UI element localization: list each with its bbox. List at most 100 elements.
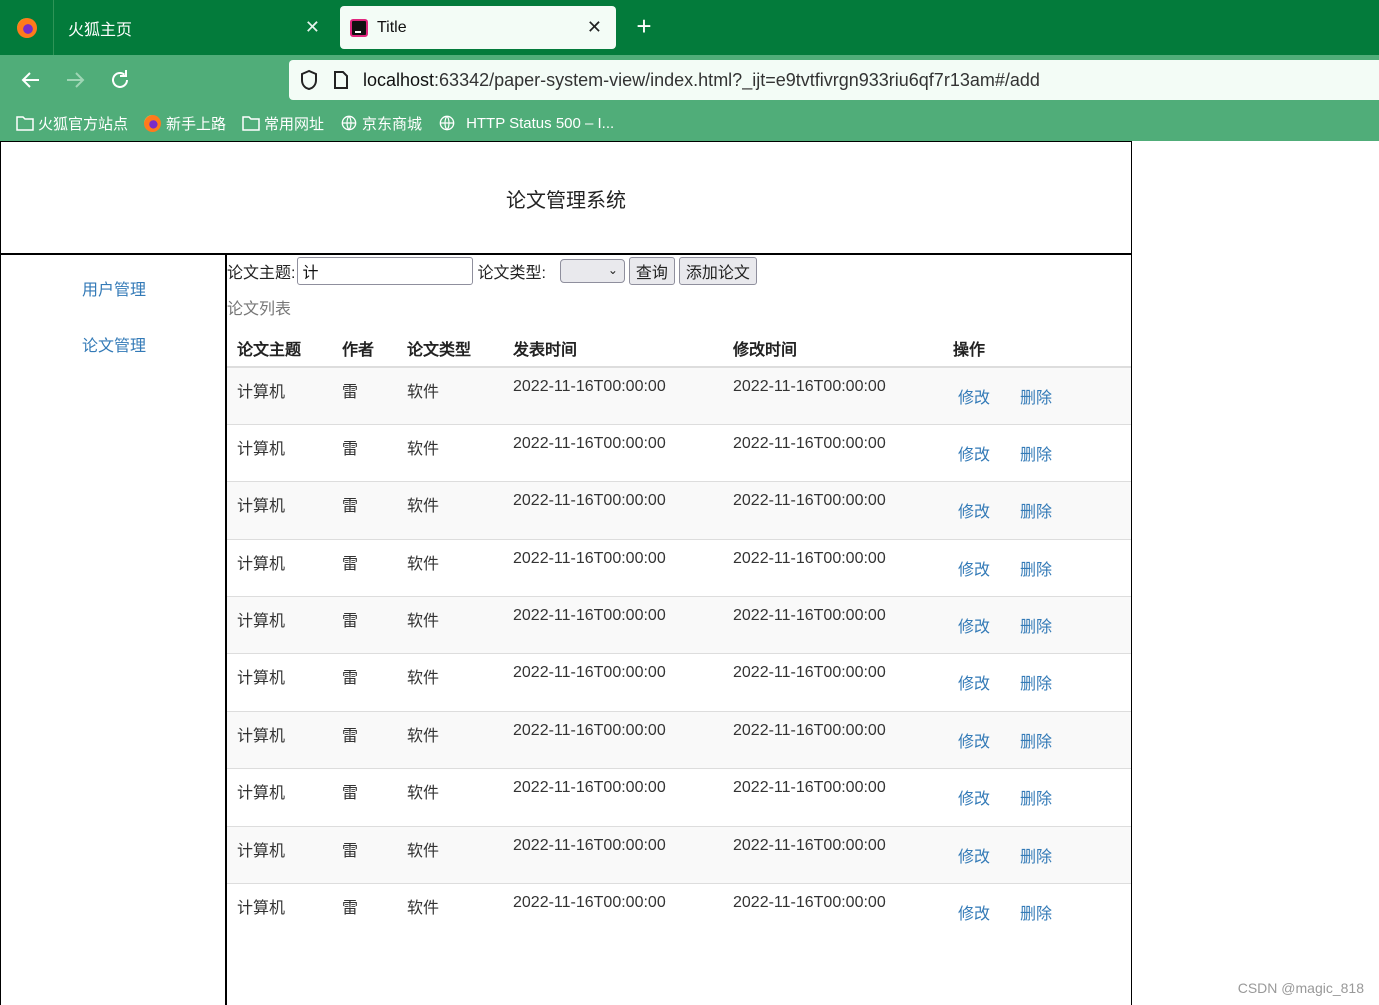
- tab-label: Title: [377, 18, 407, 36]
- search-form: 论文主题: 论文类型: ⌄ 查询 添加论文: [227, 257, 761, 285]
- table-row: 计算机雷软件 2022-11-16T00:00:00 2022-11-16T00:0…: [227, 653, 1131, 712]
- delete-link[interactable]: 删除: [1020, 849, 1052, 866]
- forward-button[interactable]: [62, 67, 88, 93]
- globe-icon: [439, 115, 455, 131]
- bookmark-common-sites[interactable]: 常用网址: [242, 113, 324, 134]
- table-row: 计算机雷软件 2022-11-16T00:00:00 2022-11-16T00:0…: [227, 710, 1131, 769]
- bookmark-http-500[interactable]: HTTP Status 500 – I...: [438, 115, 614, 132]
- url-text[interactable]: localhost:63342/paper-system-view/index.…: [363, 70, 1040, 91]
- edit-link[interactable]: 修改: [958, 447, 990, 464]
- cell-type: 软件: [397, 653, 503, 712]
- page-header: 论文管理系统: [0, 141, 1132, 255]
- table-row: 计算机雷软件 2022-11-16T00:00:00 2022-11-16T00:0…: [227, 825, 1131, 884]
- cell-author: 雷: [332, 596, 397, 654]
- cell-type: 软件: [397, 768, 503, 827]
- topic-label: 论文主题:: [227, 265, 296, 282]
- cell-modified: 2022-11-16T00:00:00: [723, 538, 943, 597]
- type-select[interactable]: ⌄: [559, 259, 625, 283]
- type-label: 论文类型:: [477, 265, 546, 282]
- table-row: 计算机雷软件 2022-11-16T00:00:00 2022-11-16T00:0…: [227, 367, 1131, 425]
- chevron-down-icon: ⌄: [607, 263, 618, 277]
- cell-author: 雷: [332, 481, 397, 540]
- tab-firefox-home[interactable]: 火狐主页 ✕: [54, 6, 334, 49]
- intellij-icon: [350, 18, 368, 37]
- cell-topic: 计算机: [227, 538, 332, 597]
- cell-published: 2022-11-16T00:00:00: [503, 653, 723, 712]
- delete-link[interactable]: 删除: [1020, 504, 1052, 521]
- delete-link[interactable]: 删除: [1020, 447, 1052, 464]
- cell-modified: 2022-11-16T00:00:00: [723, 768, 943, 827]
- edit-link[interactable]: 修改: [958, 791, 990, 808]
- arrow-left-icon: [21, 72, 39, 88]
- back-button[interactable]: [18, 67, 44, 93]
- cell-actions: 修改 删除: [943, 653, 1131, 712]
- firefox-icon: [16, 17, 37, 38]
- delete-link[interactable]: 删除: [1020, 562, 1052, 579]
- cell-modified: 2022-11-16T00:00:00: [723, 825, 943, 884]
- cell-modified: 2022-11-16T00:00:00: [723, 423, 943, 482]
- topic-input[interactable]: [297, 257, 474, 285]
- firefox-icon: [144, 114, 162, 132]
- cell-author: 雷: [332, 768, 397, 827]
- cell-actions: 修改 删除: [943, 768, 1131, 827]
- cell-topic: 计算机: [227, 367, 332, 425]
- delete-link[interactable]: 删除: [1020, 619, 1052, 636]
- firefox-menu-button[interactable]: [0, 0, 54, 55]
- bookmark-firefox-site[interactable]: 火狐官方站点: [16, 113, 128, 134]
- sidebar-item-paper-management[interactable]: 论文管理: [82, 332, 146, 356]
- reload-button[interactable]: [107, 67, 133, 93]
- bookmark-jd[interactable]: 京东商城: [340, 113, 422, 134]
- page-content: 论文管理系统 用户管理 论文管理 论文主题: 论文类型: ⌄ 查询 添加论文 论…: [0, 141, 1379, 1005]
- arrow-right-icon: [67, 72, 85, 88]
- browser-nav-bar: localhost:63342/paper-system-view/index.…: [0, 55, 1379, 105]
- delete-link[interactable]: 删除: [1020, 906, 1052, 923]
- cell-type: 软件: [397, 481, 503, 540]
- site-title: 论文管理系统: [506, 189, 626, 212]
- edit-link[interactable]: 修改: [958, 562, 990, 579]
- cell-type: 软件: [397, 596, 503, 654]
- table-row: 计算机雷软件 2022-11-16T00:00:00 2022-11-16T00:0…: [227, 883, 1131, 941]
- tab-label: 火狐主页: [68, 21, 133, 39]
- cell-topic: 计算机: [227, 653, 332, 712]
- edit-link[interactable]: 修改: [958, 504, 990, 521]
- table-row: 计算机雷软件 2022-11-16T00:00:00 2022-11-16T00:0…: [227, 596, 1131, 654]
- edit-link[interactable]: 修改: [958, 390, 990, 407]
- edit-link[interactable]: 修改: [958, 734, 990, 751]
- cell-topic: 计算机: [227, 423, 332, 482]
- shield-icon: [301, 69, 317, 91]
- cell-actions: 修改 删除: [943, 883, 1131, 941]
- cell-author: 雷: [332, 825, 397, 884]
- delete-link[interactable]: 删除: [1020, 734, 1052, 751]
- close-icon[interactable]: ✕: [587, 17, 602, 37]
- sidebar-item-user-management[interactable]: 用户管理: [82, 276, 146, 300]
- cell-modified: 2022-11-16T00:00:00: [723, 481, 943, 540]
- table-row: 计算机雷软件 2022-11-16T00:00:00 2022-11-16T00:0…: [227, 768, 1131, 827]
- edit-link[interactable]: 修改: [958, 619, 990, 636]
- cell-actions: 修改 删除: [943, 596, 1131, 654]
- delete-link[interactable]: 删除: [1020, 676, 1052, 693]
- add-paper-button[interactable]: 添加论文: [678, 257, 757, 285]
- cell-author: 雷: [332, 710, 397, 769]
- table-header-row: 论文主题 作者 论文类型 发表时间 修改时间 操作: [227, 329, 1131, 368]
- page-icon: [334, 71, 348, 89]
- new-tab-button[interactable]: +: [632, 13, 656, 39]
- papers-table: 论文主题 作者 论文类型 发表时间 修改时间 操作 计算机雷软件 2022-11-…: [227, 329, 1131, 941]
- close-icon[interactable]: ✕: [305, 17, 320, 37]
- cell-actions: 修改 删除: [943, 481, 1131, 540]
- cell-actions: 修改 删除: [943, 710, 1131, 769]
- delete-link[interactable]: 删除: [1020, 791, 1052, 808]
- cell-type: 软件: [397, 367, 503, 425]
- query-button[interactable]: 查询: [628, 257, 675, 285]
- url-bar[interactable]: localhost:63342/paper-system-view/index.…: [289, 60, 1379, 100]
- cell-topic: 计算机: [227, 710, 332, 769]
- cell-author: 雷: [332, 423, 397, 482]
- cell-type: 软件: [397, 883, 503, 941]
- delete-link[interactable]: 删除: [1020, 390, 1052, 407]
- tab-title[interactable]: Title ✕: [340, 6, 616, 49]
- edit-link[interactable]: 修改: [958, 676, 990, 693]
- edit-link[interactable]: 修改: [958, 906, 990, 923]
- edit-link[interactable]: 修改: [958, 849, 990, 866]
- bookmark-getting-started[interactable]: 新手上路: [144, 113, 226, 134]
- folder-icon: [16, 116, 34, 131]
- column-header-author: 作者: [332, 329, 397, 368]
